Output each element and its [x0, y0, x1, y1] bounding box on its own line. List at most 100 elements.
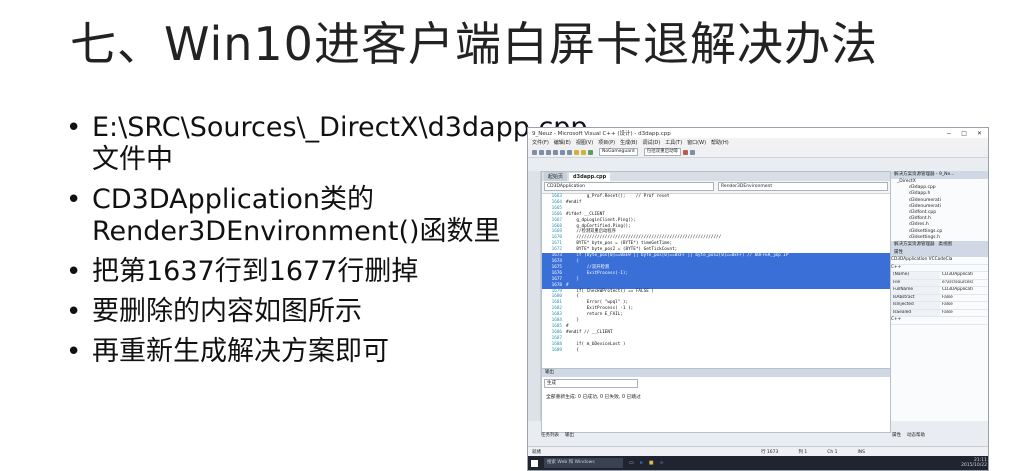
props-object-select[interactable]: CD3DApplication VCCodeCla: [891, 257, 988, 265]
right-panels: 解决方案资源管理器 - 9_Ne... _DirectX d3dapp.cpp d…: [890, 171, 988, 421]
maximize-icon[interactable]: □: [961, 130, 967, 137]
bullet-item: 再重新生成解决方案即可: [66, 336, 516, 368]
right-bottom-tabs: 属性 动态帮助: [892, 432, 925, 442]
close-icon[interactable]: ✕: [977, 130, 982, 137]
status-ins: INS: [857, 449, 866, 455]
property-value: CD3DApplicati: [942, 272, 973, 278]
tools-icon[interactable]: [690, 149, 696, 155]
new-file-icon[interactable]: [532, 149, 537, 155]
code-text: #endif // __CLIENT: [566, 329, 613, 335]
tab-d3dapp-cpp[interactable]: d3dapp.cpp: [569, 173, 611, 181]
property-row[interactable]: IsSealed False: [891, 309, 988, 318]
solution-explorer-header: 解决方案资源管理器 - 9_Ne...: [891, 171, 988, 179]
windows-taskbar: 搜索 Web 和 Windows ▭ e ■ ∞ 21:11 2015/10/2…: [528, 456, 988, 470]
output-panel: 输出 生成 全部重新生成: 0 已成功, 0 已失败, 0 已跳过: [541, 368, 891, 433]
status-line: 行 1673: [761, 450, 779, 455]
solution-tree[interactable]: _DirectX d3dapp.cpp d3dapp.h d3denumerati d…: [891, 179, 988, 241]
redo-icon[interactable]: [581, 149, 586, 155]
property-value: e:\src\sources\: [942, 279, 974, 285]
cut-icon[interactable]: [553, 149, 558, 155]
vs-menu-bar: 文件(F) 编辑(E) 视图(V) 项目(P) 生成(B) 调试(D) 工具(T…: [528, 138, 988, 147]
menu-item[interactable]: 生成(B): [620, 139, 637, 146]
property-row[interactable]: FullName CD3DApplicati: [891, 287, 988, 295]
bullet-item: 要删除的内容如图所示: [66, 296, 516, 328]
windows-start-icon[interactable]: [531, 459, 538, 467]
code-area[interactable]: 1663 g_Prof.Reset(); // Prof reset 1664 #e…: [542, 194, 890, 353]
code-text: #endif: [566, 199, 582, 205]
paste-icon[interactable]: [567, 149, 572, 155]
property-row[interactable]: IsInjected False: [891, 302, 988, 310]
status-ready: 就绪: [532, 450, 541, 455]
menu-item[interactable]: 帮助(H): [711, 139, 729, 146]
tab-start-page[interactable]: 起始页: [544, 172, 568, 181]
tab-output[interactable]: 输出: [565, 432, 574, 442]
bottom-tabs: 任务列表 输出: [541, 432, 574, 442]
editor-tabs: 起始页 d3dapp.cpp: [542, 172, 890, 181]
bullet-list: E:\SRC\Sources\_DirectX\d3dapp.cpp文件中 CD…: [66, 112, 588, 376]
menu-item[interactable]: 窗口(W): [687, 139, 706, 146]
menu-item[interactable]: 项目(P): [598, 139, 615, 146]
code-line[interactable]: 1689 {: [542, 348, 890, 354]
navigation-bar: CD3DApplication Render3DEnvironment: [542, 181, 890, 194]
task-view-icon[interactable]: ▭: [629, 460, 634, 466]
tab-properties[interactable]: 属性: [892, 432, 901, 442]
save-icon[interactable]: [546, 149, 551, 155]
vs-title-bar: 9_Neuz - Microsoft Visual C++ (设计) - d3d…: [528, 128, 988, 138]
open-file-icon[interactable]: [539, 149, 544, 155]
tab-class-view[interactable]: 类视图: [939, 241, 953, 249]
system-tray-clock[interactable]: 21:11 2015/10/22: [961, 458, 988, 468]
menu-item[interactable]: 工具(T): [665, 139, 682, 146]
property-name: (Name): [891, 272, 940, 279]
start-debug-icon[interactable]: [588, 149, 593, 155]
tab-solution-explorer[interactable]: 解决方案资源管理器: [894, 241, 935, 249]
props-footer: C++: [891, 317, 988, 325]
minimize-icon[interactable]: −: [946, 130, 951, 137]
clock-date: 2015/10/22: [961, 463, 987, 468]
property-value: CD3DApplicati: [942, 287, 973, 293]
bookmark-icon[interactable]: [683, 149, 689, 155]
config-select[interactable]: NoGameguard: [599, 148, 638, 156]
code-text: if( CheckWProtect() == FALSE ): [566, 288, 654, 294]
props-section: C++: [891, 265, 988, 273]
edge-icon[interactable]: e: [640, 460, 643, 466]
property-row[interactable]: (Name) CD3DApplicati: [891, 272, 988, 280]
copy-icon[interactable]: [560, 149, 565, 155]
property-value: False: [942, 302, 953, 308]
property-value: False: [942, 294, 953, 300]
status-ch: Ch 1: [827, 449, 838, 455]
undo-icon[interactable]: [574, 149, 579, 155]
slide-title: 七、Win10进客户端白屏卡退解决办法: [70, 17, 878, 71]
visual-studio-screenshot: 9_Neuz - Microsoft Visual C++ (设计) - d3d…: [527, 127, 989, 471]
output-header: 输出: [542, 369, 890, 377]
property-row[interactable]: IsAbstract False: [891, 294, 988, 303]
bullet-item: CD3DApplication类的Render3DEnvironment()函数…: [66, 184, 516, 248]
right-tabs: 解决方案资源管理器 类视图: [891, 241, 988, 250]
menu-item[interactable]: 视图(V): [576, 139, 593, 146]
property-row[interactable]: File e:\src\sources\: [891, 279, 988, 288]
bullet-item: E:\SRC\Sources\_DirectX\d3dapp.cpp文件中: [66, 112, 588, 176]
property-value: False: [942, 309, 953, 315]
taskbar-search[interactable]: 搜索 Web 和 Windows: [544, 458, 623, 468]
tab-task-list[interactable]: 任务列表: [541, 432, 559, 442]
method-combo[interactable]: Render3DEnvironment: [718, 182, 888, 191]
find-select[interactable]: 包括双重启动等: [643, 148, 682, 156]
menu-item[interactable]: 调试(D): [642, 139, 660, 146]
menu-item[interactable]: 编辑(E): [554, 139, 571, 146]
output-source-select[interactable]: 生成: [544, 379, 638, 388]
class-combo[interactable]: CD3DApplication: [544, 182, 714, 191]
visual-studio-icon[interactable]: ∞: [660, 460, 664, 466]
property-name: IsSealed: [891, 309, 940, 317]
tab-dynamic-help[interactable]: 动态帮助: [907, 432, 925, 442]
vs-window-title: 9_Neuz - Microsoft Visual C++ (设计) - d3d…: [532, 131, 671, 137]
code-text: {: [566, 347, 579, 353]
bullet-item: 把第1637行到1677行删掉: [66, 256, 516, 288]
output-text: 全部重新生成: 0 已成功, 0 已失败, 0 已跳过: [546, 395, 641, 400]
vs-toolbar: NoGameguard 包括双重启动等: [528, 147, 988, 158]
property-name: IsAbstract: [891, 294, 940, 302]
menu-item[interactable]: 文件(F): [532, 139, 549, 146]
folder-icon[interactable]: ■: [649, 460, 654, 466]
toolbox-strip[interactable]: [528, 171, 541, 421]
property-name: IsInjected: [891, 302, 940, 309]
code-editor[interactable]: 起始页 d3dapp.cpp CD3DApplication Render3DE…: [541, 171, 891, 369]
line-number: 1689: [551, 347, 562, 353]
